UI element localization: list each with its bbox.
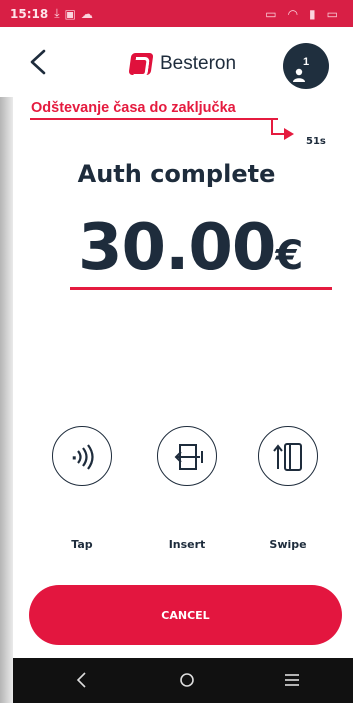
besteron-logo-icon <box>128 53 154 75</box>
annotation-underline <box>30 118 278 120</box>
brand-logo: Besteron <box>128 53 237 75</box>
back-arrow-icon[interactable] <box>24 47 54 77</box>
insert-label: Insert <box>168 538 206 551</box>
status-bar: 15:18 ⤓ ▣ ☁ ▭ ◠ ▮ ▭ <box>0 0 353 27</box>
tap-method-button[interactable]: · <box>52 426 112 486</box>
svg-text:·: · <box>71 449 77 469</box>
nav-back-icon[interactable] <box>70 670 94 690</box>
wifi-icon: ◠ <box>287 6 299 21</box>
app-header: Besteron 1 <box>0 27 353 97</box>
tap-label: Tap <box>71 538 93 551</box>
payment-amount: 30.00€ <box>78 208 303 296</box>
card-swipe-icon <box>273 443 302 471</box>
cast-icon: ▭ <box>265 6 277 21</box>
annotation-arrow-icon <box>271 118 294 140</box>
amount-underline <box>70 287 332 290</box>
battery-icon: ▭ <box>326 6 338 21</box>
person-icon <box>293 68 305 82</box>
cloud-icon: ☁ <box>80 6 93 21</box>
nav-home-icon[interactable] <box>175 670 199 690</box>
amount-value: 30.00 <box>78 211 276 285</box>
contactless-icon: · <box>71 444 94 470</box>
message-icon: ▣ <box>64 6 76 21</box>
brand-name: Besteron <box>160 53 237 74</box>
nav-menu-icon[interactable] <box>280 670 304 690</box>
countdown-timer: 51s <box>306 136 326 147</box>
swipe-label: Swipe <box>269 538 307 551</box>
download-icon: ⤓ <box>54 6 60 20</box>
transaction-status-title: Auth complete <box>77 160 276 188</box>
status-time: 15:18 <box>10 6 49 21</box>
countdown-annotation: Odštevanje časa do zaključka <box>31 100 236 116</box>
insert-method-button[interactable] <box>157 426 217 486</box>
system-nav-bar <box>13 658 353 703</box>
device-frame <box>0 27 13 703</box>
card-insert-icon <box>174 444 203 470</box>
signal-icon: ▮ <box>309 6 316 21</box>
currency-symbol: € <box>275 233 303 279</box>
cancel-button[interactable]: CANCEL <box>29 585 342 645</box>
swipe-method-button[interactable] <box>258 426 318 486</box>
